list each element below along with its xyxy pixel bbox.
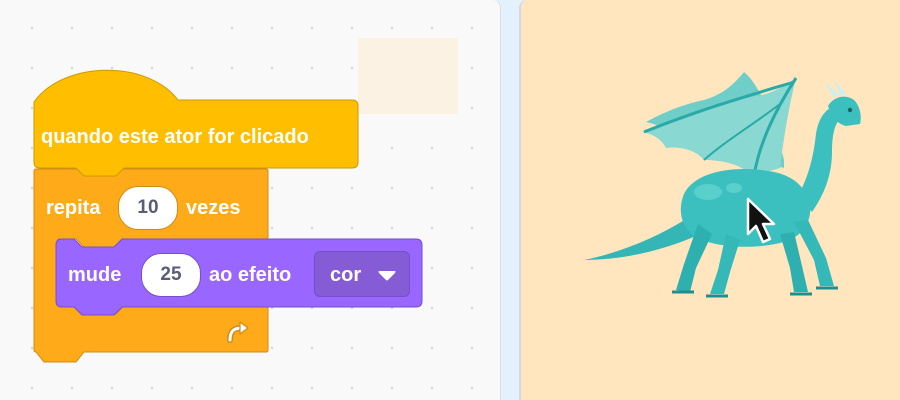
effect-label[interactable]: ao efeito xyxy=(209,265,291,285)
change-label[interactable]: mude xyxy=(68,265,121,285)
pane-divider[interactable] xyxy=(501,0,519,400)
repeat-times-label[interactable]: vezes xyxy=(186,198,241,218)
effect-dropdown-value: cor xyxy=(330,264,362,286)
hat-block-label[interactable]: quando este ator for clicado xyxy=(41,127,309,147)
dropdown-triangle-icon xyxy=(378,271,396,281)
effect-amount-input[interactable]: 25 xyxy=(141,253,201,297)
effect-dropdown[interactable]: cor xyxy=(314,251,410,297)
mouse-pointer-icon xyxy=(746,197,776,244)
code-area[interactable]: quando este ator for clicado repita 10 v… xyxy=(0,0,501,400)
loop-arrow-icon xyxy=(227,321,249,343)
dragon-sprite[interactable] xyxy=(584,64,864,304)
repeat-count-input[interactable]: 10 xyxy=(118,186,178,230)
hat-block-shape xyxy=(33,69,359,177)
repeat-label[interactable]: repita xyxy=(46,198,100,218)
